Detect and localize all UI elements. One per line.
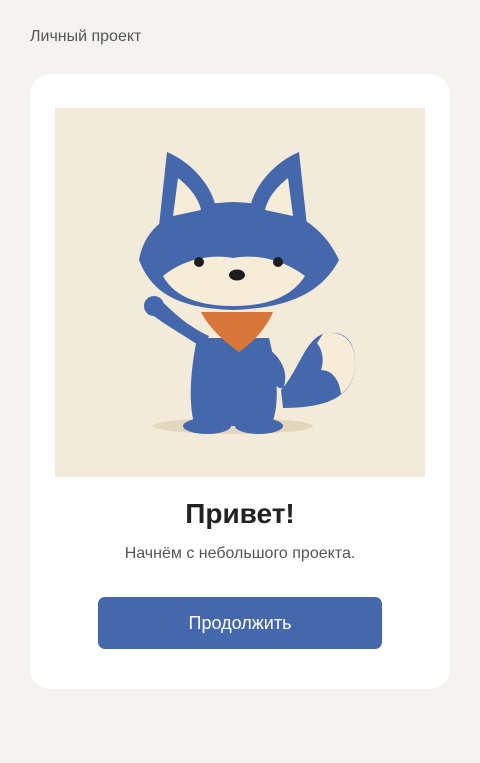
breadcrumb: Личный проект <box>30 28 142 45</box>
greeting-title: Привет! <box>185 498 295 529</box>
fox-mascot-icon <box>139 152 355 434</box>
welcome-card: Привет! Начнём с небольшого проекта. Про… <box>30 74 450 689</box>
greeting-subtitle: Начнём с небольшого проекта. <box>124 545 356 562</box>
mascot-illustration <box>55 108 425 477</box>
continue-button[interactable]: Продолжить <box>98 597 382 649</box>
